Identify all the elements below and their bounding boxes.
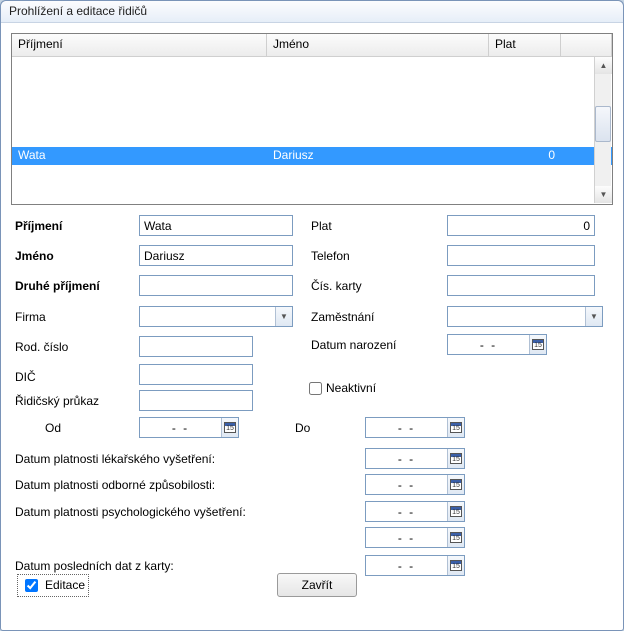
label-company: Firma (15, 310, 46, 324)
vertical-scrollbar[interactable]: ▲ ▼ (594, 57, 611, 203)
calendar-icon (450, 479, 462, 490)
label-professional: Datum platnosti odborné způsobilosti: (15, 478, 215, 492)
col-surname[interactable]: Příjmení (12, 34, 267, 57)
scroll-up-button[interactable]: ▲ (595, 57, 612, 74)
second-surname-field[interactable] (139, 275, 293, 296)
combo-button[interactable]: ▼ (585, 307, 602, 326)
inactive-label: Neaktivní (326, 381, 376, 395)
calendar-icon (450, 560, 462, 571)
label-name: Jméno (15, 249, 54, 263)
date-text: - - (366, 504, 447, 520)
col-name[interactable]: Jméno (267, 34, 489, 57)
label-medical: Datum platnosti lékařského vyšetření: (15, 452, 215, 466)
date-picker-button[interactable] (447, 528, 464, 547)
date-text: - - (366, 558, 447, 574)
date-picker-button[interactable] (221, 418, 238, 437)
date-picker-button[interactable] (447, 502, 464, 521)
chevron-down-icon: ▼ (590, 312, 598, 321)
label-birth-number: Rod. číslo (15, 340, 68, 354)
label-dic: DIČ (15, 370, 36, 384)
table-header: Příjmení Jméno Plat (12, 34, 612, 57)
calendar-icon (450, 453, 462, 464)
label-last-card-data: Datum posledních dat z karty: (15, 559, 174, 573)
company-value (140, 307, 275, 326)
label-birthdate: Datum narození (311, 338, 396, 352)
date-text: - - (448, 337, 529, 353)
date-text: - - (366, 451, 447, 467)
license-field[interactable] (139, 390, 253, 411)
label-employment: Zaměstnání (311, 310, 374, 324)
surname-field[interactable] (139, 215, 293, 236)
close-button[interactable]: Zavřít (277, 573, 357, 597)
label-salary: Plat (311, 219, 332, 233)
combo-button[interactable]: ▼ (275, 307, 292, 326)
label-to: Do (295, 421, 310, 435)
chevron-down-icon: ▼ (600, 190, 608, 199)
cell-surname: Wata (12, 147, 267, 165)
edit-checkbox[interactable]: Editace (17, 574, 89, 597)
date-picker-button[interactable] (447, 475, 464, 494)
date-picker-button[interactable] (447, 556, 464, 575)
edit-check-input[interactable] (25, 579, 38, 592)
bottom-bar: Editace Zavřít (11, 573, 613, 603)
salary-field[interactable] (447, 215, 595, 236)
label-surname: Příjmení (15, 219, 62, 233)
dic-field[interactable] (139, 364, 253, 385)
cell-name: Dariusz (267, 147, 489, 165)
date-to-field[interactable]: - - (365, 417, 465, 438)
label-second-surname: Druhé příjmení (15, 279, 100, 293)
date-extra-field[interactable]: - - (365, 527, 465, 548)
chevron-down-icon: ▼ (280, 312, 288, 321)
calendar-icon (532, 339, 544, 350)
label-card-no: Čís. karty (311, 279, 362, 293)
date-text: - - (366, 477, 447, 493)
calendar-icon (450, 422, 462, 433)
birth-number-field[interactable] (139, 336, 253, 357)
drivers-table[interactable]: Příjmení Jméno Plat Wata Dariusz 0 ▲ ▼ (11, 33, 613, 205)
inactive-checkbox[interactable]: Neaktivní (309, 381, 376, 395)
date-picker-button[interactable] (447, 418, 464, 437)
label-from: Od (45, 421, 61, 435)
calendar-icon (450, 532, 462, 543)
window-title: Prohlížení a editace řidičů (1, 1, 623, 23)
date-medical-field[interactable]: - - (365, 448, 465, 469)
scroll-thumb[interactable] (595, 106, 611, 142)
name-field[interactable] (139, 245, 293, 266)
table-body: Wata Dariusz 0 (12, 57, 612, 204)
date-picker-button[interactable] (529, 335, 546, 354)
chevron-up-icon: ▲ (600, 61, 608, 70)
label-license: Řidičský průkaz (15, 394, 99, 408)
label-psych: Datum platnosti psychologického vyšetřen… (15, 505, 246, 519)
calendar-icon (224, 422, 236, 433)
date-last-card-field[interactable]: - - (365, 555, 465, 576)
birthdate-field[interactable]: - - (447, 334, 547, 355)
window: Prohlížení a editace řidičů Příjmení Jmé… (0, 0, 624, 631)
inactive-check-input[interactable] (309, 382, 322, 395)
calendar-icon (450, 506, 462, 517)
client-area: Příjmení Jméno Plat Wata Dariusz 0 ▲ ▼ P… (1, 23, 623, 630)
date-picker-button[interactable] (447, 449, 464, 468)
edit-label: Editace (45, 578, 85, 592)
form: Příjmení Jméno Druhé příjmení Firma ▼ Ro… (11, 213, 613, 573)
employment-combo[interactable]: ▼ (447, 306, 603, 327)
phone-field[interactable] (447, 245, 595, 266)
cell-salary: 0 (489, 147, 561, 165)
col-salary[interactable]: Plat (489, 34, 561, 57)
scroll-down-button[interactable]: ▼ (595, 186, 612, 203)
date-psych-field[interactable]: - - (365, 501, 465, 522)
table-row[interactable]: Wata Dariusz 0 (12, 147, 612, 165)
employment-value (448, 307, 585, 326)
company-combo[interactable]: ▼ (139, 306, 293, 327)
date-text: - - (366, 420, 447, 436)
card-no-field[interactable] (447, 275, 595, 296)
date-from-field[interactable]: - - (139, 417, 239, 438)
date-professional-field[interactable]: - - (365, 474, 465, 495)
col-rest (561, 34, 612, 57)
date-text: - - (140, 420, 221, 436)
label-phone: Telefon (311, 249, 350, 263)
date-text: - - (366, 530, 447, 546)
